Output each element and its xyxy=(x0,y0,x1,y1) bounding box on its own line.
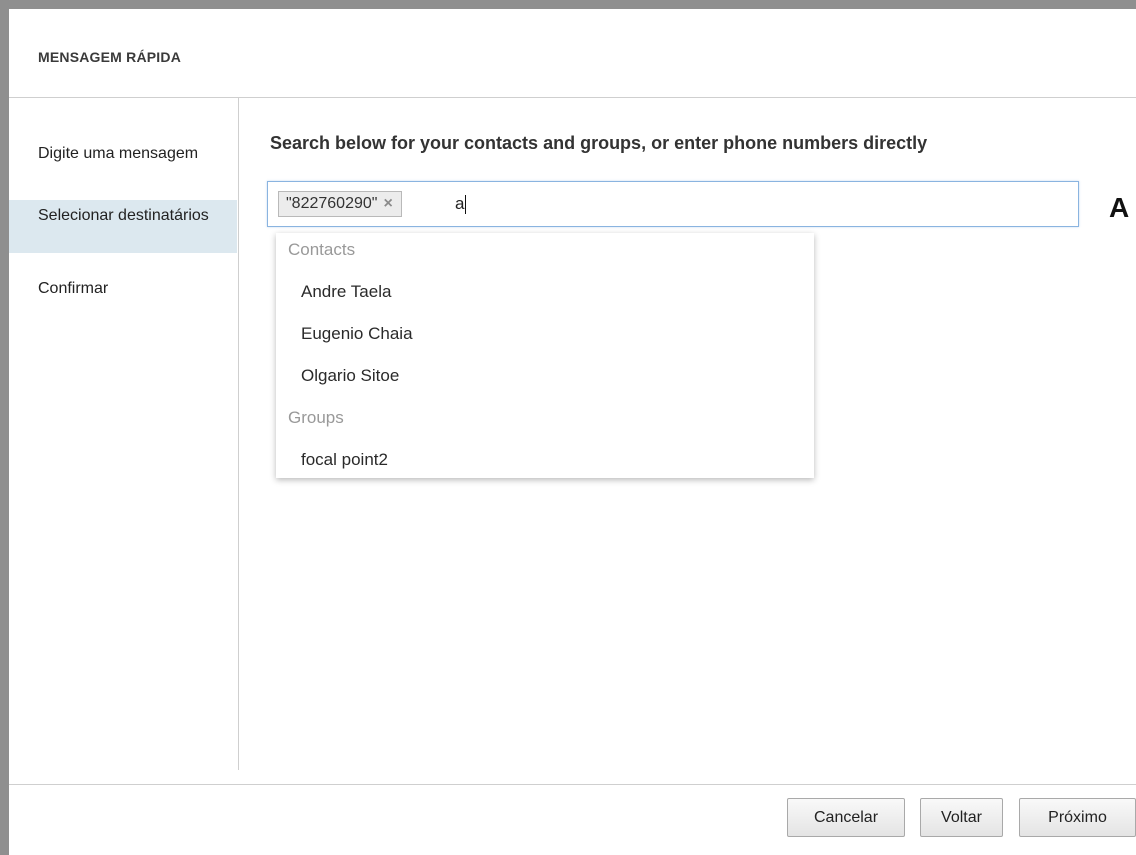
recipient-search-input[interactable]: "822760290" × a xyxy=(267,181,1079,227)
cancel-button[interactable]: Cancelar xyxy=(787,798,905,837)
main-content: Search below for your contacts and group… xyxy=(239,98,1136,768)
dialog-title: MENSAGEM RÁPIDA xyxy=(38,49,182,65)
step-label: Selecionar destinatários xyxy=(38,207,209,224)
chip-label: "822760290" xyxy=(286,195,378,212)
groups-group-header: Groups xyxy=(288,408,344,427)
instruction-text: Search below for your contacts and group… xyxy=(270,133,928,153)
contacts-group-header: Contacts xyxy=(288,240,356,259)
suggestion-contact[interactable]: Olgario Sitoe xyxy=(301,366,399,386)
search-typed-text[interactable]: a xyxy=(455,192,467,216)
step-select-recipients[interactable]: Selecionar destinatários xyxy=(9,200,237,253)
suggestion-contact[interactable]: Andre Taela xyxy=(301,282,391,302)
text-caret xyxy=(465,194,467,214)
suggestion-group[interactable]: focal point2 xyxy=(301,450,388,470)
back-button[interactable]: Voltar xyxy=(920,798,1003,837)
steps-sidebar: Digite uma mensagem Selecionar destinatá… xyxy=(9,98,239,770)
typed-value: a xyxy=(455,194,465,213)
step-confirm[interactable]: Confirmar xyxy=(9,278,237,302)
annotation-letter: A xyxy=(1109,192,1130,223)
step-label: Confirmar xyxy=(38,280,109,297)
dialog-footer: Cancelar Voltar Próximo xyxy=(9,784,1136,855)
next-button[interactable]: Próximo xyxy=(1019,798,1136,837)
recipient-chip[interactable]: "822760290" × xyxy=(278,191,402,217)
suggestion-contact[interactable]: Eugenio Chaia xyxy=(301,324,413,344)
close-icon[interactable]: × xyxy=(383,192,392,216)
suggestions-dropdown: Contacts Andre Taela Eugenio Chaia Olgar… xyxy=(276,233,814,478)
dialog-header: MENSAGEM RÁPIDA xyxy=(9,9,1136,98)
quick-message-dialog: MENSAGEM RÁPIDA Digite uma mensagem Sele… xyxy=(0,0,1136,855)
step-type-message[interactable]: Digite uma mensagem xyxy=(9,143,237,191)
step-label: Digite uma mensagem xyxy=(38,145,199,162)
